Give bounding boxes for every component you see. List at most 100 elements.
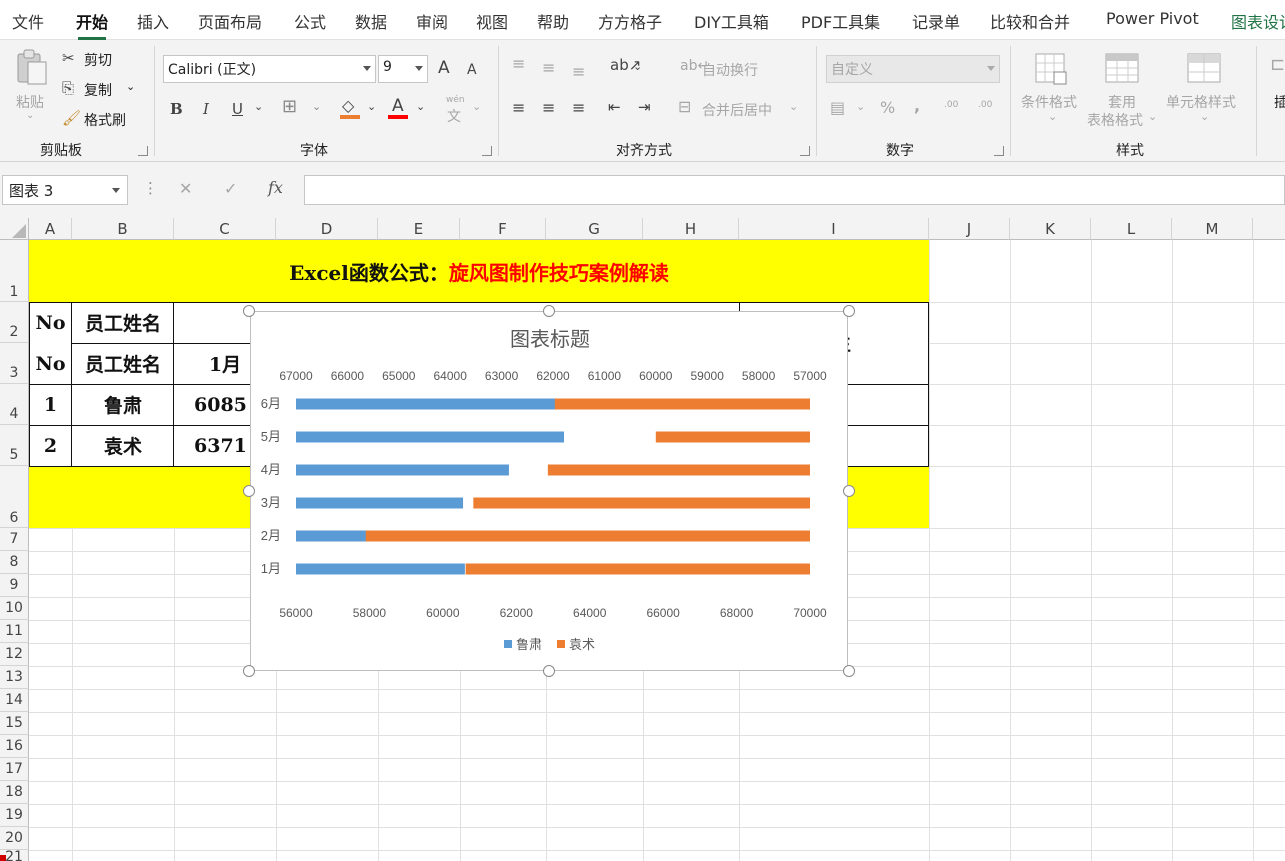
row-header[interactable]: 3 bbox=[0, 343, 29, 384]
row-header[interactable]: 2 bbox=[0, 302, 29, 343]
tab-formulas[interactable]: 公式 bbox=[294, 9, 326, 33]
font-size-select[interactable]: 9 bbox=[378, 55, 428, 83]
phonetic-label[interactable]: wén bbox=[446, 95, 465, 105]
column-header[interactable] bbox=[1253, 218, 1285, 240]
borders-icon[interactable]: ⊞ bbox=[282, 96, 297, 117]
phonetic-icon[interactable]: 文 bbox=[447, 106, 461, 126]
tab-help[interactable]: 帮助 bbox=[537, 9, 569, 33]
row-header[interactable]: 12 bbox=[0, 643, 29, 666]
tornado-chart[interactable]: 图表标题 67000 66000 65000 64000 63000 62000 61000 6… bbox=[251, 312, 849, 672]
tab-home[interactable]: 开始 bbox=[76, 9, 108, 40]
decrease-font-icon[interactable]: A bbox=[467, 62, 477, 78]
tab-review[interactable]: 审阅 bbox=[416, 9, 448, 33]
column-header[interactable]: F bbox=[460, 218, 546, 240]
chevron-down-icon[interactable]: ⌄ bbox=[312, 100, 321, 113]
row-header[interactable]: 8 bbox=[0, 551, 29, 574]
italic-button[interactable]: I bbox=[203, 100, 209, 118]
resize-handle-ne[interactable] bbox=[843, 305, 855, 317]
row-header[interactable]: 20 bbox=[0, 827, 29, 850]
increase-indent-icon[interactable]: ⇥ bbox=[638, 98, 651, 116]
format-painter-button[interactable]: 🖌 格式刷 bbox=[62, 108, 142, 130]
column-header[interactable]: L bbox=[1091, 218, 1172, 240]
select-all-button[interactable] bbox=[0, 218, 29, 240]
font-name-select[interactable]: Calibri (正文) bbox=[163, 55, 376, 83]
confirm-icon[interactable]: ✓ bbox=[224, 179, 237, 198]
row-header[interactable]: 5 bbox=[0, 425, 29, 466]
currency-icon[interactable]: ▤ bbox=[830, 98, 845, 117]
chevron-down-icon[interactable]: ⌄ bbox=[856, 100, 865, 113]
tab-page-layout[interactable]: 页面布局 bbox=[198, 9, 262, 33]
align-bottom-icon[interactable]: ≡ bbox=[572, 62, 585, 81]
tab-diy-toolbox[interactable]: DIY工具箱 bbox=[694, 9, 769, 33]
align-middle-icon[interactable]: ≡ bbox=[542, 58, 555, 77]
row-header[interactable]: 13 bbox=[0, 666, 29, 689]
row-header[interactable]: 16 bbox=[0, 735, 29, 758]
tab-insert[interactable]: 插入 bbox=[137, 9, 169, 33]
resize-handle-e[interactable] bbox=[843, 485, 855, 497]
insert-function-icon[interactable]: fx bbox=[268, 178, 283, 197]
conditional-formatting-button[interactable]: 条件格式 ⌄ bbox=[1018, 48, 1086, 134]
decrease-decimal-button[interactable]: .00 bbox=[978, 100, 992, 110]
paste-button[interactable]: 粘贴 ⌄ bbox=[10, 46, 52, 126]
align-left-icon[interactable]: ≡ bbox=[512, 98, 525, 117]
cell-b5[interactable]: 袁术 bbox=[72, 425, 174, 466]
column-header[interactable]: E bbox=[378, 218, 460, 240]
cell-styles-button[interactable]: 单元格样式 ⌄ bbox=[1164, 48, 1246, 134]
row-header[interactable]: 19 bbox=[0, 804, 29, 827]
fill-color-button[interactable]: ◇ bbox=[340, 96, 362, 120]
comma-button[interactable]: , bbox=[914, 96, 920, 115]
align-top-icon[interactable]: ≡ bbox=[512, 54, 525, 73]
cell-b4[interactable]: 鲁肃 bbox=[72, 384, 174, 425]
column-header[interactable]: I bbox=[739, 218, 929, 240]
tab-pdf-tools[interactable]: PDF工具集 bbox=[801, 9, 880, 33]
resize-handle-s[interactable] bbox=[543, 665, 555, 677]
tab-view[interactable]: 视图 bbox=[476, 9, 508, 33]
cell-a2[interactable]: No bbox=[29, 302, 72, 343]
tab-fangfang[interactable]: 方方格子 bbox=[598, 9, 662, 33]
cell-b2[interactable]: 员工姓名 bbox=[72, 302, 174, 343]
resize-handle-nw[interactable] bbox=[243, 305, 255, 317]
chevron-down-icon[interactable]: ⌄ bbox=[254, 100, 263, 113]
align-right-icon[interactable]: ≡ bbox=[572, 98, 585, 117]
row-header[interactable]: 18 bbox=[0, 781, 29, 804]
resize-handle-sw[interactable] bbox=[243, 665, 255, 677]
merge-center-button[interactable]: 合并后居中 bbox=[702, 100, 772, 120]
row-header[interactable]: 10 bbox=[0, 597, 29, 620]
percent-button[interactable]: % bbox=[880, 98, 895, 117]
format-as-table-button[interactable]: 套用 表格格式 ⌄ bbox=[1086, 48, 1162, 134]
name-box[interactable]: 图表 3 bbox=[2, 175, 128, 205]
column-header[interactable]: D bbox=[276, 218, 378, 240]
resize-handle-se[interactable] bbox=[843, 665, 855, 677]
number-launcher-icon[interactable] bbox=[994, 146, 1004, 156]
align-center-icon[interactable]: ≡ bbox=[542, 98, 555, 117]
tab-file[interactable]: 文件 bbox=[12, 9, 44, 33]
wrap-text-button[interactable]: 自动换行 bbox=[702, 60, 758, 80]
alignment-launcher-icon[interactable] bbox=[800, 146, 810, 156]
clipboard-launcher-icon[interactable] bbox=[138, 146, 148, 156]
column-header[interactable]: H bbox=[643, 218, 739, 240]
bold-button[interactable]: B bbox=[170, 100, 183, 118]
column-header[interactable]: J bbox=[929, 218, 1010, 240]
row-header[interactable]: 9 bbox=[0, 574, 29, 597]
tab-compare-merge[interactable]: 比较和合并 bbox=[990, 9, 1070, 33]
increase-decimal-button[interactable]: .00 bbox=[944, 100, 958, 110]
chevron-down-icon[interactable]: ⌄ bbox=[633, 60, 642, 73]
row-header[interactable]: 1 bbox=[0, 240, 29, 302]
cell-b3[interactable]: 员工姓名 bbox=[72, 343, 174, 384]
resize-handle-n[interactable] bbox=[543, 305, 555, 317]
row-header[interactable]: 17 bbox=[0, 758, 29, 781]
column-header[interactable]: C bbox=[174, 218, 276, 240]
cell-a5[interactable]: 2 bbox=[29, 425, 72, 466]
font-color-button[interactable]: A bbox=[388, 96, 410, 120]
resize-handle-w[interactable] bbox=[243, 485, 255, 497]
cut-button[interactable]: ✂ 剪切 bbox=[62, 48, 132, 70]
row-header[interactable]: 15 bbox=[0, 712, 29, 735]
tab-chart-design[interactable]: 图表设计 bbox=[1231, 9, 1285, 33]
row-header[interactable]: 6 bbox=[0, 466, 29, 528]
column-header[interactable]: M bbox=[1172, 218, 1253, 240]
insert-cells-label[interactable]: 插 bbox=[1274, 92, 1285, 112]
chart-object[interactable]: 图表标题 67000 66000 65000 64000 63000 62000 61000 6… bbox=[250, 311, 848, 671]
tab-data[interactable]: 数据 bbox=[355, 9, 387, 33]
row-header[interactable]: 4 bbox=[0, 384, 29, 425]
column-header[interactable]: A bbox=[29, 218, 72, 240]
